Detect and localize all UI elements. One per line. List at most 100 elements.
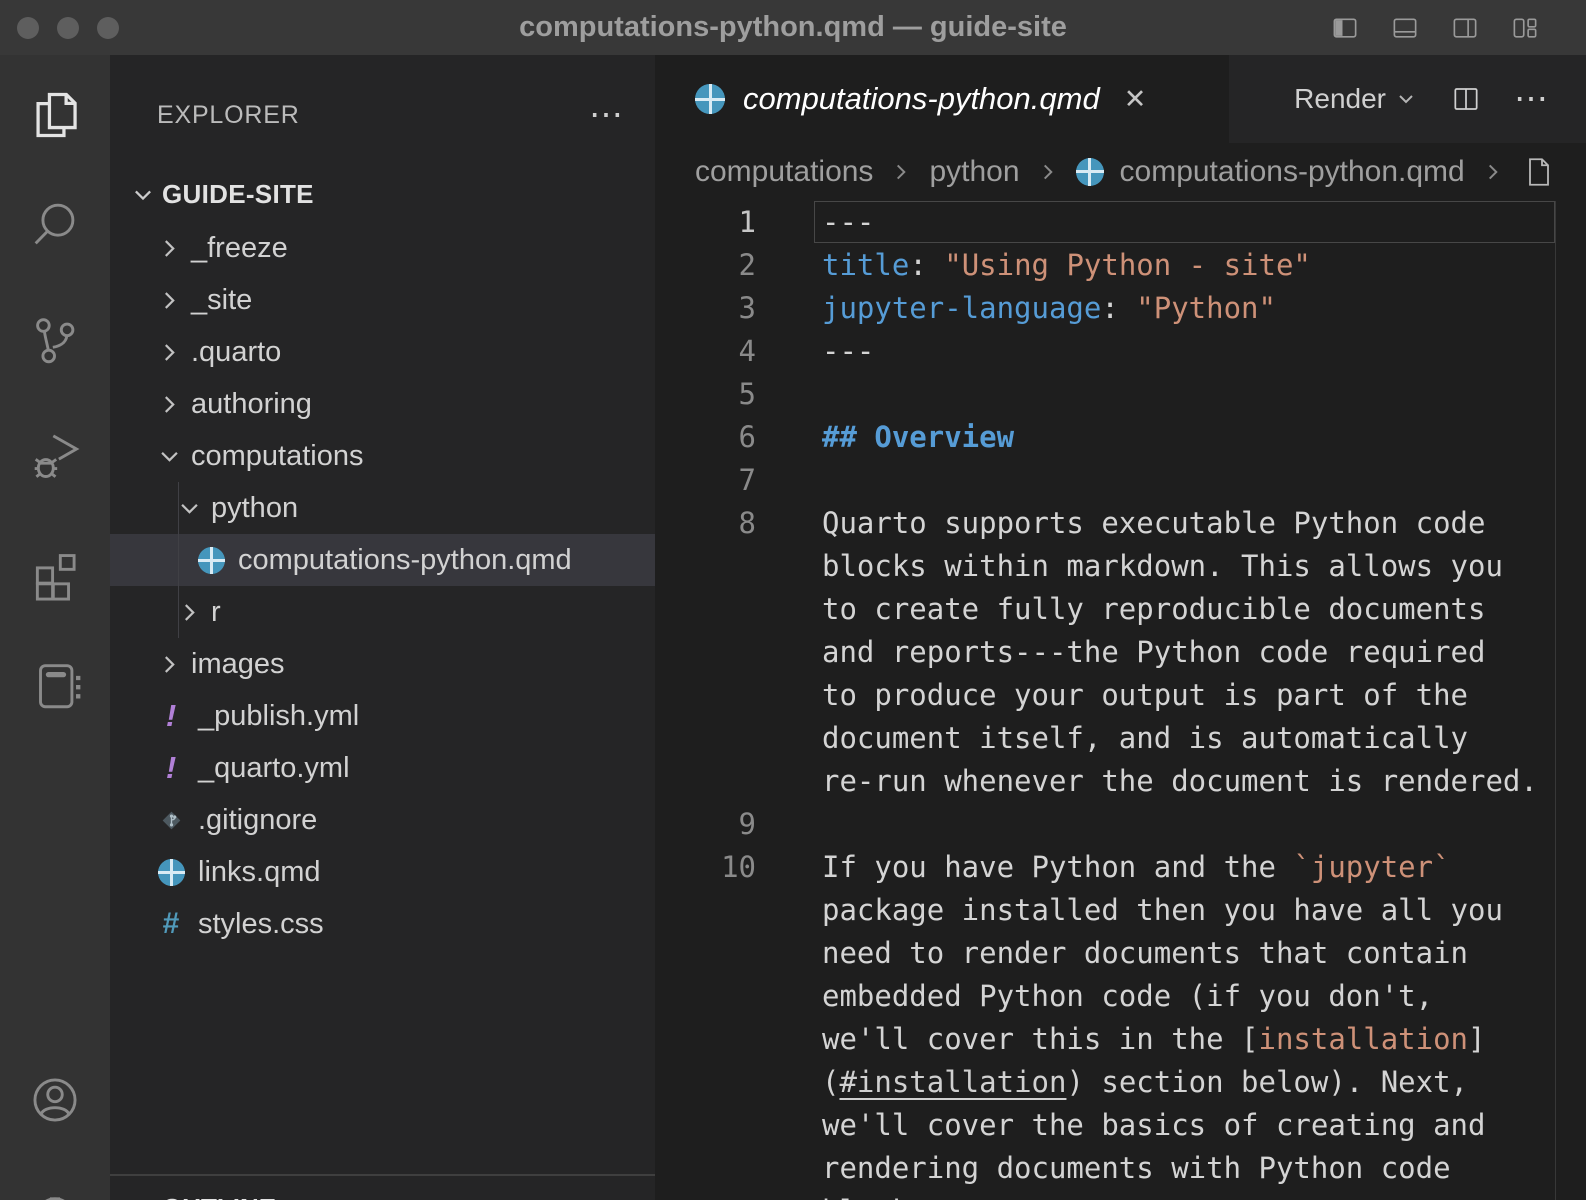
chevron-right-icon <box>130 1195 156 1200</box>
code-line-content <box>756 459 822 502</box>
line-number <box>655 674 756 717</box>
code-line-content <box>756 803 822 846</box>
tree-item-.quarto[interactable]: .quarto <box>110 326 655 378</box>
line-number: 6 <box>655 416 756 459</box>
code-line-2[interactable]: 2title: "Using Python - site" <box>655 244 1586 287</box>
run-debug-icon[interactable] <box>26 426 84 484</box>
code-line-7[interactable]: 7 <box>655 459 1586 502</box>
code-line-content: blocks within markdown. This allows you <box>756 545 1503 588</box>
tree-item--site[interactable]: _site <box>110 274 655 326</box>
breadcrumb-item[interactable]: computations <box>695 155 873 189</box>
settings-gear-icon[interactable] <box>26 1188 84 1200</box>
code-line-content: we'll cover the basics of creating and <box>756 1104 1485 1147</box>
code-line-wrap[interactable]: package installed then you have all you <box>655 889 1586 932</box>
code-line-wrap[interactable]: re-run whenever the document is rendered… <box>655 760 1586 803</box>
explorer-files-icon[interactable] <box>26 86 84 144</box>
chevron-right-icon <box>1481 160 1505 184</box>
code-editor[interactable]: 1---2title: "Using Python - site"3jupyte… <box>655 201 1586 1200</box>
code-line-wrap[interactable]: to produce your output is part of the <box>655 674 1586 717</box>
code-line-wrap[interactable]: need to render documents that contain <box>655 932 1586 975</box>
file-tree: _freeze_site.quarto authoring computations… <box>110 222 655 950</box>
code-line-wrap[interactable]: we'll cover the basics of creating and <box>655 1104 1586 1147</box>
code-line-3[interactable]: 3jupyter-language: "Python" <box>655 287 1586 330</box>
code-line-10[interactable]: 10If you have Python and the `jupyter` <box>655 846 1586 889</box>
tree-item-computations-python.qmd[interactable]: computations-python.qmd <box>110 534 655 586</box>
line-number: 1 <box>655 201 756 244</box>
tree-item--publish.yml[interactable]: !_publish.yml <box>110 690 655 742</box>
code-line-content: rendering documents with Python code <box>756 1147 1451 1190</box>
account-icon[interactable] <box>26 1071 84 1129</box>
code-line-content: ## Overview <box>756 416 1014 459</box>
breadcrumb-item[interactable]: python <box>929 155 1019 189</box>
breadcrumb: computations python computations-python.qm… <box>655 143 1586 201</box>
tree-item-computations[interactable]: computations <box>110 430 655 482</box>
code-line-1[interactable]: 1--- <box>655 201 1586 244</box>
toggle-primary-sidebar-icon[interactable] <box>1328 13 1362 43</box>
code-line-content: If you have Python and the `jupyter` <box>756 846 1451 889</box>
toggle-panel-icon[interactable] <box>1388 13 1422 43</box>
chevron-right-icon <box>156 651 183 678</box>
notebook-book-icon[interactable] <box>26 656 84 714</box>
chevron-right-icon <box>156 391 183 418</box>
tree-item-python[interactable]: python <box>110 482 655 534</box>
chevron-right-icon <box>889 160 913 184</box>
editor-more-actions-icon[interactable]: ⋯ <box>1514 89 1550 109</box>
extensions-icon[interactable] <box>26 543 84 601</box>
chevron-right-icon <box>156 287 183 314</box>
tree-item-label: images <box>191 648 285 681</box>
views-more-actions-icon[interactable]: ⋯ <box>589 105 625 125</box>
line-number: 5 <box>655 373 756 416</box>
tree-item-label: computations-python.qmd <box>238 544 572 577</box>
tree-item--quarto.yml[interactable]: !_quarto.yml <box>110 742 655 794</box>
tree-item--freeze[interactable]: _freeze <box>110 222 655 274</box>
code-line-wrap[interactable]: (#installation) section below). Next, <box>655 1061 1586 1104</box>
render-button[interactable]: Render <box>1294 83 1418 115</box>
code-line-8[interactable]: 8Quarto supports executable Python code <box>655 502 1586 545</box>
code-line-wrap[interactable]: rendering documents with Python code <box>655 1147 1586 1190</box>
tree-item-label: .gitignore <box>198 804 317 837</box>
tree-item-authoring[interactable]: authoring <box>110 378 655 430</box>
quarto-file-icon <box>1076 158 1104 186</box>
tree-item-images[interactable]: images <box>110 638 655 690</box>
code-line-5[interactable]: 5 <box>655 373 1586 416</box>
customize-layout-icon[interactable] <box>1508 13 1542 43</box>
code-line-wrap[interactable]: document itself, and is automatically <box>655 717 1586 760</box>
toggle-secondary-sidebar-icon[interactable] <box>1448 13 1482 43</box>
tree-item-links.qmd[interactable]: links.qmd <box>110 846 655 898</box>
source-control-icon[interactable] <box>26 311 84 369</box>
workspace-section-header[interactable]: GUIDE-SITE <box>110 167 655 222</box>
tree-item-label: python <box>211 492 298 525</box>
code-line-wrap[interactable]: blocks within markdown. This allows you <box>655 545 1586 588</box>
editor-group: computations-python.qmd ✕ Render ⋯ compu… <box>655 55 1586 1200</box>
code-line-content: title: "Using Python - site" <box>756 244 1311 287</box>
line-number: 9 <box>655 803 756 846</box>
breadcrumb-item[interactable]: computations-python.qmd <box>1120 155 1465 189</box>
code-line-wrap[interactable]: to create fully reproducible documents <box>655 588 1586 631</box>
code-line-wrap[interactable]: blocks. <box>655 1190 1586 1200</box>
code-line-wrap[interactable]: and reports---the Python code required <box>655 631 1586 674</box>
code-line-content: to produce your output is part of the <box>756 674 1468 717</box>
tab-computations-python[interactable]: computations-python.qmd ✕ <box>655 55 1229 143</box>
tree-item-r[interactable]: r <box>110 586 655 638</box>
line-number <box>655 1061 756 1104</box>
yaml-file-icon: ! <box>156 750 186 786</box>
tree-item-label: authoring <box>191 388 312 421</box>
line-number <box>655 975 756 1018</box>
code-line-content: to create fully reproducible documents <box>756 588 1485 631</box>
tree-item-.gitignore[interactable]: .gitignore <box>110 794 655 846</box>
code-line-content: Quarto supports executable Python code <box>756 502 1485 545</box>
code-line-9[interactable]: 9 <box>655 803 1586 846</box>
code-line-wrap[interactable]: we'll cover this in the [installation] <box>655 1018 1586 1061</box>
search-icon[interactable] <box>26 196 84 254</box>
tab-close-icon[interactable]: ✕ <box>1124 84 1147 115</box>
sidebar-title: EXPLORER <box>157 101 300 130</box>
code-line-content: --- <box>756 201 874 244</box>
code-line-4[interactable]: 4--- <box>655 330 1586 373</box>
split-editor-icon[interactable] <box>1450 83 1482 115</box>
code-line-6[interactable]: 6## Overview <box>655 416 1586 459</box>
tree-item-styles.css[interactable]: #styles.css <box>110 898 655 950</box>
current-line-highlight <box>814 201 1555 243</box>
outline-section[interactable]: OUTLINE <box>110 1174 655 1200</box>
code-line-wrap[interactable]: embedded Python code (if you don't, <box>655 975 1586 1018</box>
code-line-content: need to render documents that contain <box>756 932 1468 975</box>
